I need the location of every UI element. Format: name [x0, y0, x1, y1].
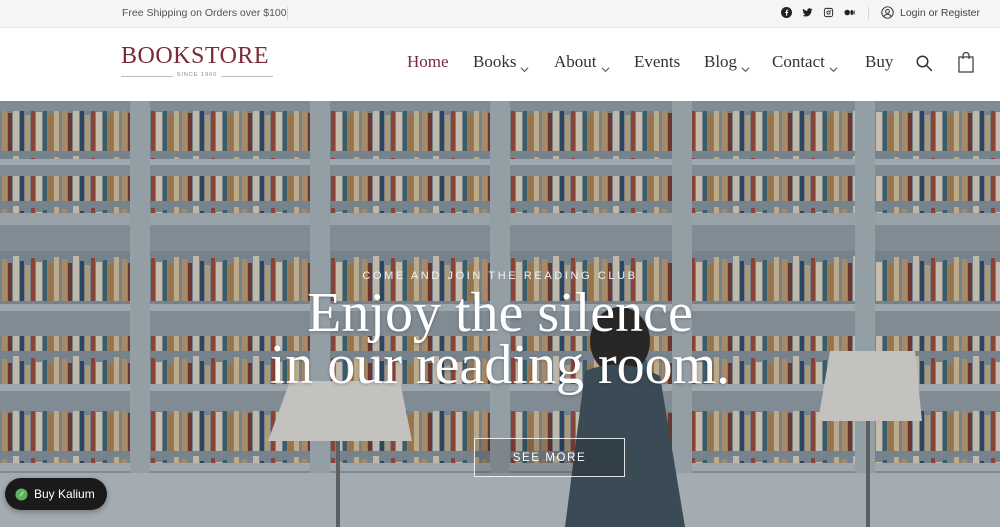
nav-item-books[interactable]: Books [473, 52, 529, 73]
chevron-down-icon [601, 59, 610, 73]
shipping-notice: Free Shipping on Orders over $100 [122, 7, 287, 19]
nav-label: Books [473, 52, 517, 71]
nav-item-about[interactable]: About [554, 52, 610, 73]
nav-label: Buy [865, 52, 894, 71]
nav-item-events[interactable]: Events [634, 52, 680, 72]
buy-kalium-label: Buy Kalium [34, 487, 95, 501]
topbar-divider [287, 7, 288, 20]
nav-item-home[interactable]: Home [407, 52, 449, 72]
hero-subtitle: COME AND JOIN THE READING CLUB [362, 270, 638, 282]
hero-headline-line-1: Enjoy the silence [307, 282, 693, 344]
nav-item-buy[interactable]: Buy [865, 52, 893, 72]
chevron-down-icon [520, 59, 529, 73]
chevron-down-icon [829, 59, 838, 73]
nav-label: About [554, 52, 597, 71]
social-links [781, 7, 855, 18]
main-nav: Home Books About Events Blog Contact Buy [0, 52, 1000, 76]
top-bar: Free Shipping on Orders over $100 Login … [0, 0, 1000, 28]
twitter-icon[interactable] [802, 7, 813, 18]
nav-label: Contact [772, 52, 825, 71]
instagram-icon[interactable] [823, 7, 834, 18]
login-register-link[interactable]: Login or Register [881, 6, 980, 19]
shopping-bag-icon[interactable] [958, 51, 974, 73]
hero-headline-line-2: in our reading room. [269, 334, 731, 396]
search-icon[interactable] [915, 54, 933, 72]
site-header: BOOKSTORE SINCE 1960 Home Books About Ev… [0, 28, 1000, 101]
nav-item-contact[interactable]: Contact [772, 52, 838, 73]
facebook-icon[interactable] [781, 7, 792, 18]
nav-label: Blog [704, 52, 738, 71]
chevron-down-icon [741, 59, 750, 73]
hero-headline: Enjoy the silence in our reading room. [0, 282, 1000, 396]
nav-item-blog[interactable]: Blog [704, 52, 750, 73]
login-register-label: Login or Register [900, 6, 980, 19]
nav-label: Home [407, 52, 449, 71]
nav-label: Events [634, 52, 681, 71]
see-more-button[interactable]: SEE MORE [474, 438, 625, 477]
buy-kalium-button[interactable]: Buy Kalium [5, 478, 107, 510]
hero-banner: COME AND JOIN THE READING CLUB Enjoy the… [0, 101, 1000, 527]
user-icon [881, 6, 894, 19]
topbar-divider [868, 7, 869, 20]
medium-icon[interactable] [844, 7, 855, 18]
leaf-icon [15, 487, 28, 501]
